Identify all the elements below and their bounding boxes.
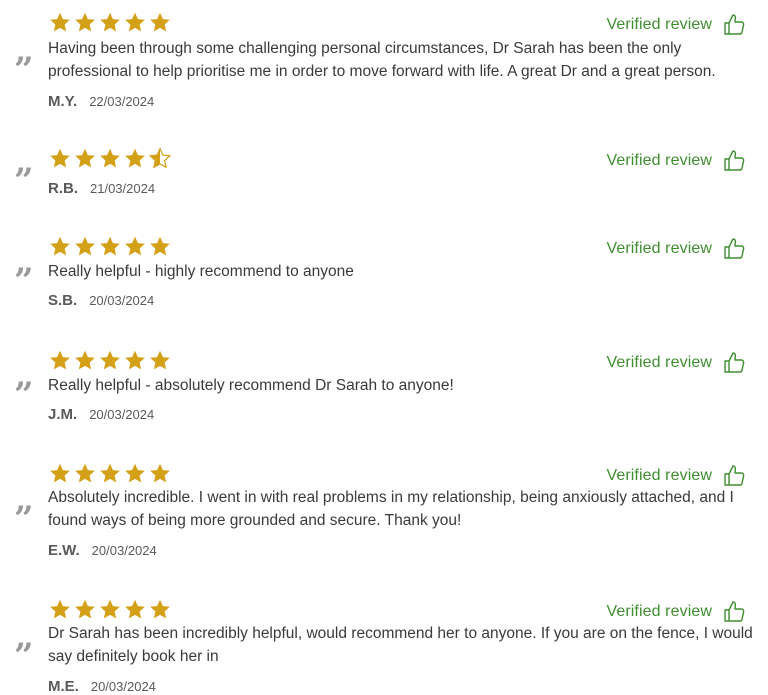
thumbs-up-icon bbox=[724, 14, 745, 35]
star-rating bbox=[48, 147, 172, 169]
quote-icon: ” bbox=[14, 161, 34, 201]
verified-badge: Verified review bbox=[606, 13, 746, 37]
star-icon bbox=[50, 463, 70, 483]
star-icon bbox=[75, 350, 95, 370]
review-card: Verified review ” Absolutely incredible.… bbox=[0, 462, 768, 562]
verified-label: Verified review bbox=[606, 467, 712, 484]
star-icon bbox=[75, 12, 95, 32]
star-icon bbox=[125, 148, 145, 168]
star-icon bbox=[50, 12, 70, 32]
star-icon bbox=[50, 148, 70, 168]
review-date: 21/03/2024 bbox=[90, 181, 156, 196]
star-icon bbox=[125, 12, 145, 32]
star-icon bbox=[50, 599, 70, 619]
verified-label: Verified review bbox=[606, 16, 712, 33]
star-rating bbox=[48, 598, 172, 620]
review-text: Really helpful - absolutely recommend Dr… bbox=[48, 377, 454, 394]
thumbs-up-icon bbox=[724, 465, 745, 486]
review-card: Verified review ” Dr Sarah has been incr… bbox=[0, 598, 768, 695]
reviewer-initials: M.Y. bbox=[48, 93, 78, 110]
star-icon bbox=[75, 463, 95, 483]
star-icon bbox=[50, 350, 70, 370]
review-meta: M.Y. 22/03/2024 bbox=[48, 93, 154, 110]
review-date: 20/03/2024 bbox=[89, 407, 155, 422]
reviewer-initials: M.E. bbox=[48, 678, 79, 695]
review-date: 20/03/2024 bbox=[90, 679, 156, 694]
review-card: Verified review ” Having been through so… bbox=[0, 11, 768, 111]
star-icon bbox=[125, 236, 145, 256]
star-icon bbox=[150, 350, 170, 370]
quote-icon: ” bbox=[14, 636, 34, 676]
reviews-list: Verified review ” Having been through so… bbox=[0, 0, 768, 695]
verified-badge: Verified review bbox=[606, 600, 746, 624]
review-card: Verified review ” Really helpful - absol… bbox=[0, 349, 768, 429]
thumbs-up-icon bbox=[724, 352, 745, 373]
half-star-icon bbox=[148, 147, 172, 169]
review-text: Dr Sarah has been incredibly helpful, wo… bbox=[48, 625, 753, 665]
star-icon bbox=[100, 12, 120, 32]
review-date: 20/03/2024 bbox=[91, 543, 157, 558]
review-meta: S.B. 20/03/2024 bbox=[48, 292, 154, 309]
review-card: Verified review ” R.B. 21/03/2024 bbox=[0, 147, 768, 207]
reviewer-initials: E.W. bbox=[48, 542, 80, 559]
star-rating bbox=[48, 462, 172, 484]
verified-badge: Verified review bbox=[606, 351, 746, 375]
review-card: Verified review ” Really helpful - highl… bbox=[0, 235, 768, 315]
review-date: 22/03/2024 bbox=[89, 94, 155, 109]
reviewer-initials: S.B. bbox=[48, 292, 78, 309]
review-text: Really helpful - highly recommend to any… bbox=[48, 263, 354, 280]
star-icon bbox=[50, 236, 70, 256]
review-text: Absolutely incredible. I went in with re… bbox=[48, 489, 734, 529]
verified-badge: Verified review bbox=[606, 237, 746, 261]
star-icon bbox=[150, 599, 170, 619]
star-icon bbox=[125, 463, 145, 483]
star-icon bbox=[150, 12, 170, 32]
review-text: Having been through some challenging per… bbox=[48, 40, 716, 80]
verified-badge: Verified review bbox=[606, 464, 746, 488]
star-icon bbox=[125, 350, 145, 370]
quote-icon: ” bbox=[14, 499, 34, 539]
star-icon bbox=[150, 463, 170, 483]
thumbs-up-icon bbox=[724, 601, 745, 622]
verified-label: Verified review bbox=[606, 354, 712, 371]
review-date: 20/03/2024 bbox=[89, 293, 155, 308]
star-rating bbox=[48, 235, 172, 257]
reviewer-initials: R.B. bbox=[48, 180, 78, 197]
verified-badge: Verified review bbox=[606, 149, 746, 173]
star-icon bbox=[75, 236, 95, 256]
review-meta: J.M. 20/03/2024 bbox=[48, 406, 154, 423]
star-icon bbox=[100, 148, 120, 168]
star-icon bbox=[100, 350, 120, 370]
quote-icon: ” bbox=[14, 261, 34, 301]
review-meta: R.B. 21/03/2024 bbox=[48, 180, 155, 197]
star-icon bbox=[100, 463, 120, 483]
thumbs-up-icon bbox=[724, 150, 745, 171]
star-icon bbox=[125, 599, 145, 619]
verified-label: Verified review bbox=[606, 240, 712, 257]
star-icon bbox=[100, 599, 120, 619]
verified-label: Verified review bbox=[606, 603, 712, 620]
verified-label: Verified review bbox=[606, 152, 712, 169]
star-icon bbox=[75, 599, 95, 619]
reviewer-initials: J.M. bbox=[48, 406, 78, 423]
review-meta: M.E. 20/03/2024 bbox=[48, 678, 156, 695]
review-meta: E.W. 20/03/2024 bbox=[48, 542, 157, 559]
thumbs-up-icon bbox=[724, 238, 745, 259]
quote-icon: ” bbox=[14, 50, 34, 90]
quote-icon: ” bbox=[14, 375, 34, 415]
star-icon bbox=[100, 236, 120, 256]
star-rating bbox=[48, 11, 172, 33]
star-rating bbox=[48, 349, 172, 371]
star-icon bbox=[75, 148, 95, 168]
star-icon bbox=[150, 236, 170, 256]
